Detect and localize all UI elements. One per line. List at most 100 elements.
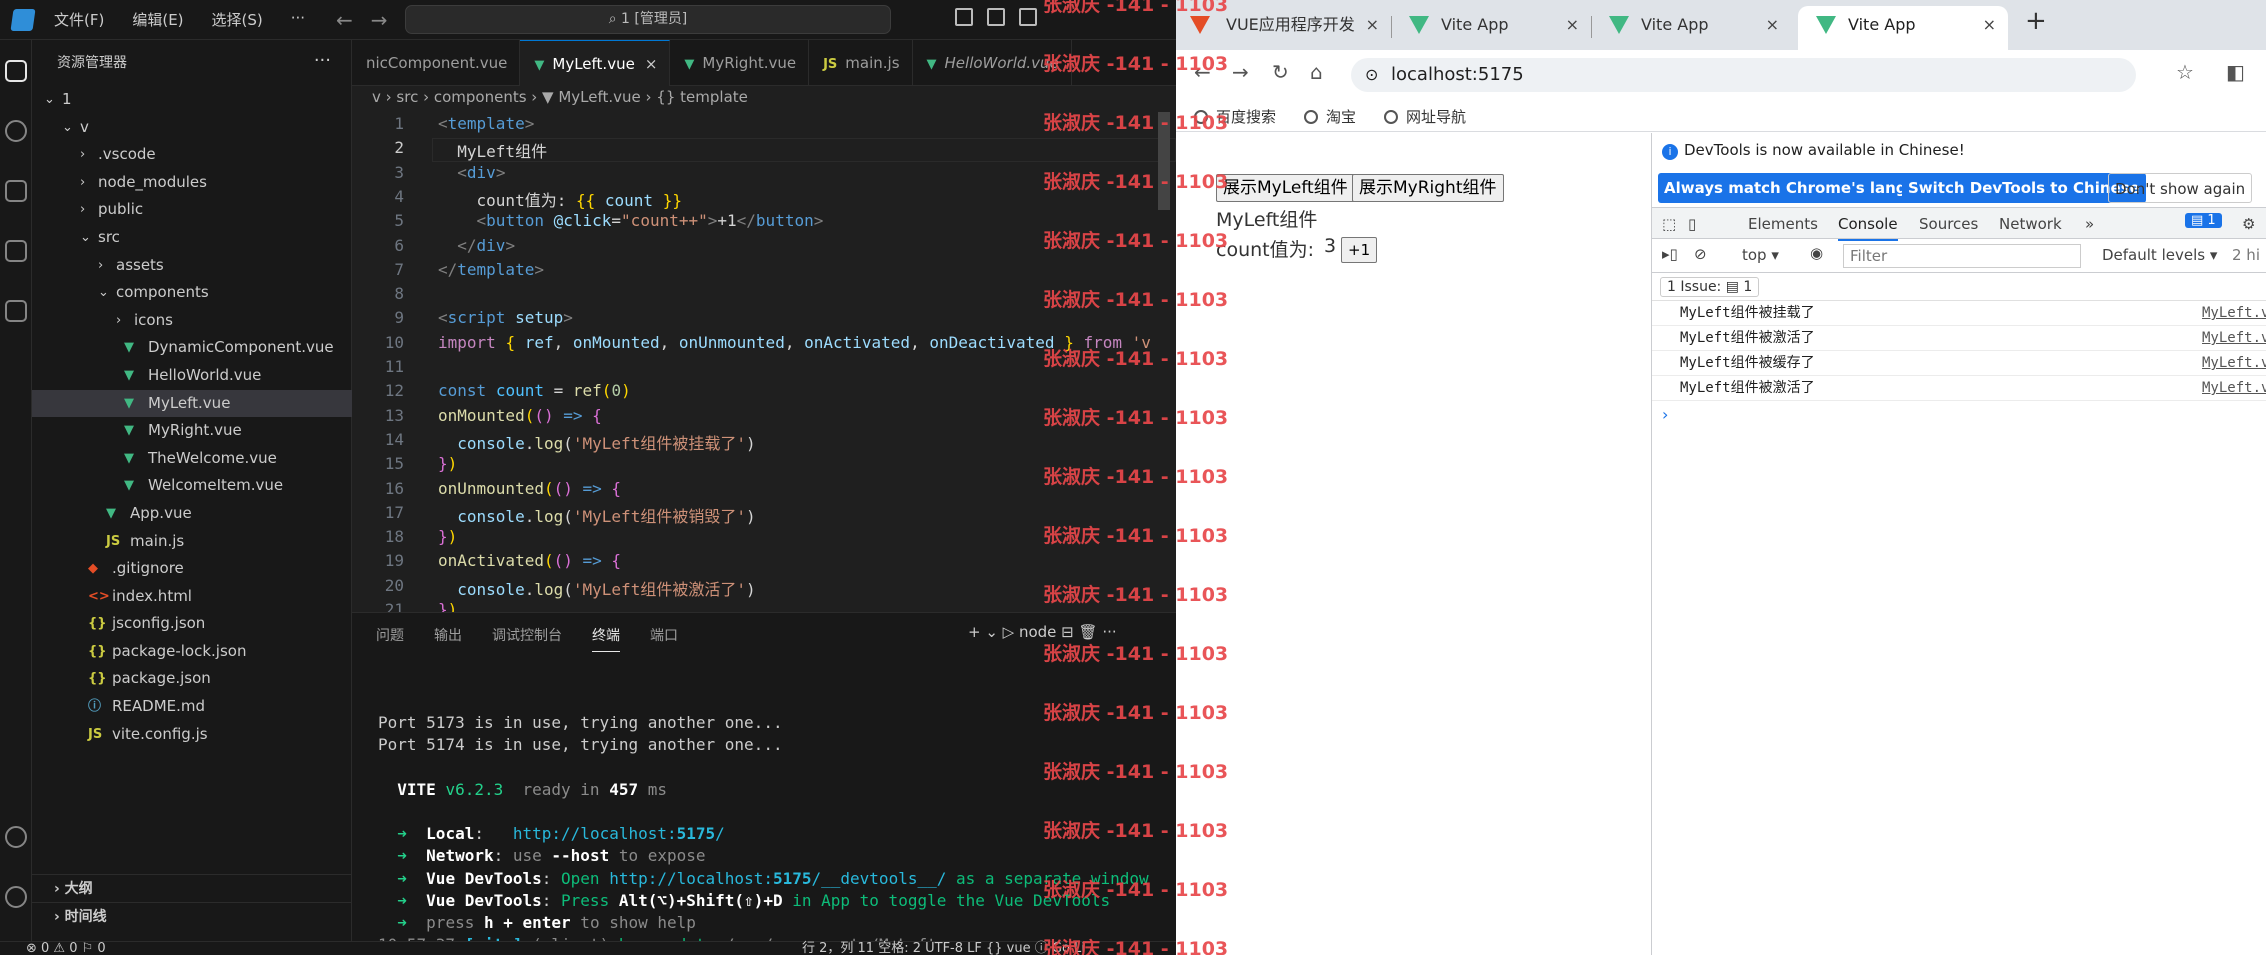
eye-icon[interactable]: ◉ xyxy=(1810,244,1823,262)
panel-tab[interactable]: 终端 xyxy=(592,625,620,652)
tree-item[interactable]: {} package.json xyxy=(32,665,352,693)
bookmark-nav[interactable]: 网址导航 xyxy=(1384,106,1466,127)
tree-item[interactable]: JS vite.config.js xyxy=(32,721,352,749)
tree-item[interactable]: ⌄ v xyxy=(32,114,352,142)
console-source-link[interactable]: MyLeft.v xyxy=(2202,301,2266,326)
editor-tab[interactable]: ▼ MyLeft.vue × xyxy=(520,40,671,86)
code-line[interactable]: <script setup> xyxy=(438,308,573,327)
code-line[interactable]: onMounted(() => { xyxy=(438,406,602,425)
panel-tab[interactable]: 端口 xyxy=(650,625,678,652)
close-icon[interactable]: × xyxy=(645,55,658,73)
tab-sources[interactable]: Sources xyxy=(1919,215,1978,233)
editor-tab[interactable]: JS main.js xyxy=(809,40,913,86)
tree-item[interactable]: ▼ WelcomeItem.vue xyxy=(32,472,352,500)
code-line[interactable]: const count = ref(0) xyxy=(438,381,631,400)
explorer-icon[interactable] xyxy=(5,60,27,82)
source-control-icon[interactable] xyxy=(5,180,27,202)
account-icon[interactable] xyxy=(5,826,27,848)
tree-item[interactable]: ▼ HelloWorld.vue xyxy=(32,362,352,390)
reload-icon[interactable]: ↻ xyxy=(1272,60,1289,84)
sidebar-toggle-icon[interactable]: ▸▯ xyxy=(1662,245,1678,263)
close-icon[interactable]: × xyxy=(1983,6,1996,44)
issues-count-badge[interactable]: ▤ 1 xyxy=(2185,213,2222,228)
tree-item[interactable]: {} package-lock.json xyxy=(32,638,352,666)
console-message[interactable]: MyLeft组件被挂载了 MyLeft.v xyxy=(1652,301,2266,326)
tree-item[interactable]: › .vscode xyxy=(32,141,352,169)
tree-item[interactable]: › icons xyxy=(32,307,352,335)
run-debug-icon[interactable] xyxy=(5,240,27,262)
address-bar[interactable]: ⊙ localhost:5175 xyxy=(1351,58,2136,92)
menu-edit[interactable]: 编辑(E) xyxy=(118,9,197,30)
console-source-link[interactable]: MyLeft.v xyxy=(2202,376,2266,401)
chrome-tab-2[interactable]: Vite App × xyxy=(1391,6,1591,50)
show-right-button[interactable]: 展示MyRight组件 xyxy=(1352,174,1504,202)
tree-item[interactable]: ▼ App.vue xyxy=(32,500,352,528)
code-line[interactable]: }) xyxy=(438,527,457,546)
tree-item[interactable]: ▼ MyLeft.vue xyxy=(32,389,352,418)
side-panel-icon[interactable]: ◧ xyxy=(2226,60,2245,84)
tree-item[interactable]: ▼ DynamicComponent.vue xyxy=(32,334,352,362)
close-icon[interactable]: × xyxy=(1766,6,1779,44)
show-left-button[interactable]: 展示MyLeft组件 xyxy=(1216,174,1355,202)
close-icon[interactable]: × xyxy=(1366,6,1379,44)
bookmark-taobao[interactable]: 淘宝 xyxy=(1304,106,1356,127)
panel-tab[interactable]: 问题 xyxy=(376,625,404,652)
toggle-panel-icon[interactable] xyxy=(987,8,1005,26)
bookmark-star-icon[interactable]: ☆ xyxy=(2176,60,2194,84)
tab-network[interactable]: Network xyxy=(1999,215,2062,233)
menu-more[interactable]: ··· xyxy=(277,9,319,30)
chrome-tab-3[interactable]: Vite App × xyxy=(1591,6,1791,50)
console-message[interactable]: MyLeft组件被激活了 MyLeft.v xyxy=(1652,376,2266,401)
more-tabs-icon[interactable]: » xyxy=(2085,215,2094,233)
tab-console[interactable]: Console xyxy=(1838,215,1898,241)
issues-bar[interactable]: 1 Issue: ▤ 1 xyxy=(1652,273,2266,301)
home-icon[interactable]: ⌂ xyxy=(1310,60,1323,84)
increment-button[interactable]: +1 xyxy=(1341,237,1378,263)
tab-elements[interactable]: Elements xyxy=(1748,215,1818,233)
console-source-link[interactable]: MyLeft.v xyxy=(2202,326,2266,351)
console-filter-input[interactable]: Filter xyxy=(1843,244,2081,268)
clear-console-icon[interactable]: ⊘ xyxy=(1694,245,1707,263)
tree-item[interactable]: ⌄ src xyxy=(32,224,352,252)
dont-show-button[interactable]: Don't show again xyxy=(2108,173,2253,203)
code-line[interactable]: count值为: {{ count }} xyxy=(438,187,682,211)
tree-item[interactable]: ▼ MyRight.vue xyxy=(32,417,352,445)
code-line[interactable]: onUnmounted(() => { xyxy=(438,479,621,498)
tree-item[interactable]: ◆ .gitignore xyxy=(32,555,352,583)
tree-item[interactable]: › assets xyxy=(32,252,352,280)
toggle-secondary-icon[interactable] xyxy=(1019,8,1037,26)
nav-arrows-icon[interactable]: ←→ xyxy=(336,8,406,32)
panel-tab[interactable]: 输出 xyxy=(434,625,462,652)
context-select[interactable]: top ▾ xyxy=(1742,246,1779,264)
inspect-icon[interactable]: ⬚ xyxy=(1662,215,1676,233)
code-line[interactable]: console.log('MyLeft组件被挂载了') xyxy=(438,430,755,454)
menu-select[interactable]: 选择(S) xyxy=(198,9,277,30)
status-problems[interactable]: ⊗ 0 ⚠ 0 ⚐ 0 xyxy=(26,942,106,955)
explorer-more-icon[interactable]: ··· xyxy=(314,50,331,71)
tree-item[interactable]: ⌄ components xyxy=(32,279,352,307)
tree-item[interactable]: ▼ TheWelcome.vue xyxy=(32,445,352,473)
tree-item[interactable]: ⌄ 1 xyxy=(32,86,352,114)
command-center[interactable]: ⌕ 1 [管理员] xyxy=(405,5,891,34)
code-line[interactable]: </div> xyxy=(438,236,515,255)
tree-item[interactable]: JS main.js xyxy=(32,528,352,556)
code-line[interactable]: console.log('MyLeft组件被激活了') xyxy=(438,576,755,600)
code-line[interactable]: </template> xyxy=(438,260,544,279)
extensions-icon[interactable] xyxy=(5,300,27,322)
search-icon[interactable] xyxy=(5,120,27,142)
console-prompt[interactable]: › xyxy=(1662,405,1668,424)
log-levels-select[interactable]: Default levels ▾ xyxy=(2102,246,2217,264)
tree-item[interactable]: › node_modules xyxy=(32,169,352,197)
devtools-settings-icon[interactable]: ⚙ xyxy=(2242,215,2255,233)
code-line[interactable]: onActivated(() => { xyxy=(438,551,621,570)
editor-tab[interactable]: nicComponent.vue xyxy=(352,40,521,86)
forward-icon[interactable]: → xyxy=(1232,60,1249,84)
editor-tab[interactable]: ▼ MyRight.vue xyxy=(670,40,810,86)
menu-file[interactable]: 文件(F) xyxy=(40,9,118,30)
code-line[interactable]: MyLeft组件 xyxy=(438,138,547,162)
site-info-icon[interactable]: ⊙ xyxy=(1365,58,1378,92)
code-line[interactable]: }) xyxy=(438,454,457,473)
code-line[interactable]: <button @click="count++">+1</button> xyxy=(438,211,824,230)
console-message[interactable]: MyLeft组件被激活了 MyLeft.v xyxy=(1652,326,2266,351)
tree-item[interactable]: {} jsconfig.json xyxy=(32,610,352,638)
